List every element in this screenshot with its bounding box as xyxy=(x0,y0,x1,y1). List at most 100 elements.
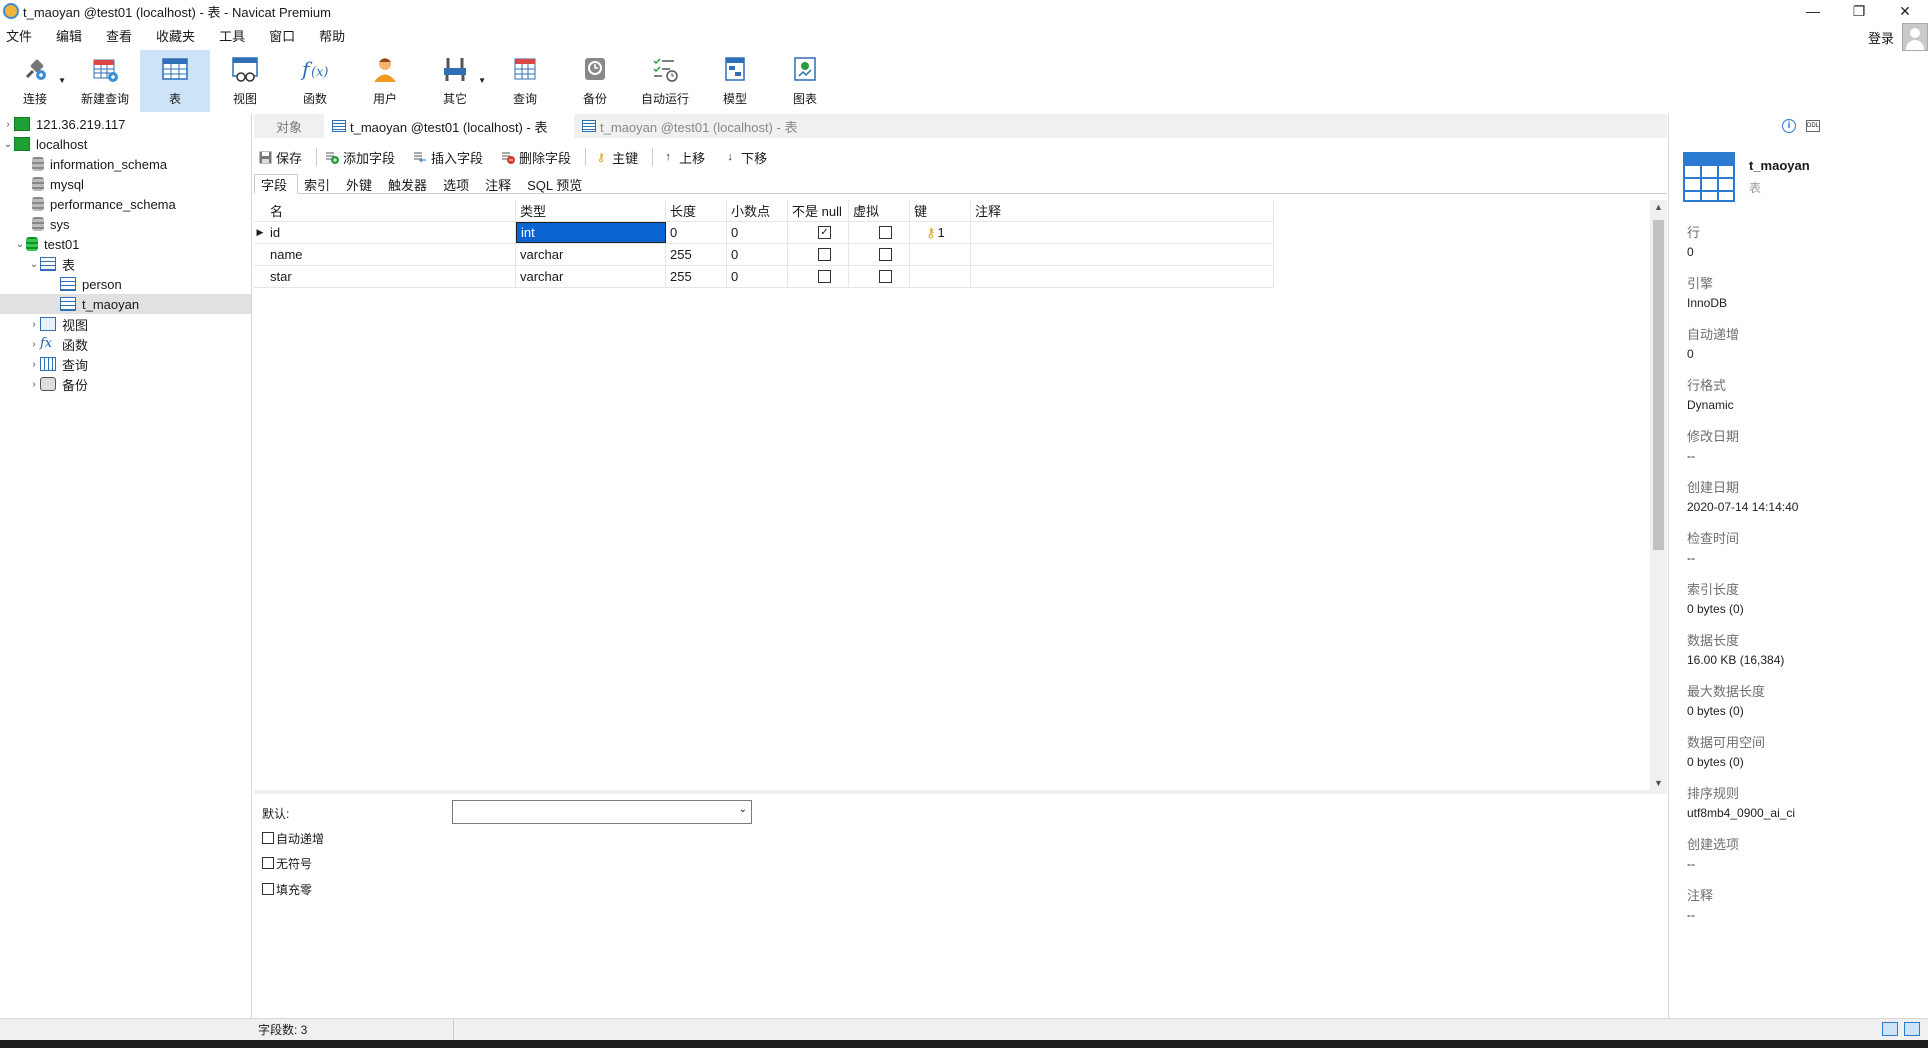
tree-database-test01[interactable]: ⌄ test01 xyxy=(0,234,251,254)
key-cell[interactable]: ⚷ 1 xyxy=(910,222,971,243)
field-comment-cell[interactable] xyxy=(971,222,1274,243)
zerofill-checkbox[interactable] xyxy=(262,883,274,895)
field-length-cell[interactable]: 255 xyxy=(666,244,727,265)
field-type-cell[interactable]: varchar xyxy=(516,266,666,287)
subtab-options[interactable]: 选项 xyxy=(437,174,479,194)
tree-functions-group[interactable]: › fx 函数 xyxy=(0,334,251,354)
tree-database[interactable]: information_schema xyxy=(0,154,251,174)
subtab-sql-preview[interactable]: SQL 预览 xyxy=(521,174,592,194)
auto-increment-row[interactable]: 自动递增 xyxy=(254,826,1254,850)
delete-field-button[interactable]: 删除字段 xyxy=(501,148,571,167)
field-comment-cell[interactable] xyxy=(971,266,1274,287)
subtab-indexes[interactable]: 索引 xyxy=(298,174,340,194)
menu-help[interactable]: 帮助 xyxy=(313,26,353,45)
tree-views-group[interactable]: › 视图 xyxy=(0,314,251,334)
toolbar-chart-button[interactable]: 图表 xyxy=(770,50,840,112)
scroll-up-icon[interactable]: ▲ xyxy=(1650,202,1667,212)
toolbar-user-button[interactable]: 用户 xyxy=(350,50,420,112)
field-type-cell[interactable]: varchar xyxy=(516,244,666,265)
toolbar-table-button[interactable]: 表 xyxy=(140,50,210,112)
menu-edit[interactable]: 编辑 xyxy=(50,26,90,45)
toolbar-backup-button[interactable]: 备份 xyxy=(560,50,630,112)
virtual-checkbox[interactable] xyxy=(879,248,892,261)
scroll-thumb[interactable] xyxy=(1653,220,1664,550)
tree-table-t-maoyan[interactable]: t_maoyan xyxy=(0,294,251,314)
chevron-right-icon[interactable]: › xyxy=(28,339,40,350)
toggle-info-pane-icon[interactable] xyxy=(1904,1022,1920,1036)
virtual-checkbox[interactable] xyxy=(879,270,892,283)
chevron-down-icon[interactable]: ⌄ xyxy=(2,139,14,150)
default-value-select[interactable]: ⌄ xyxy=(452,800,752,824)
field-name-cell[interactable]: star xyxy=(266,266,516,287)
not-null-checkbox[interactable] xyxy=(818,248,831,261)
column-header-virtual[interactable]: 虚拟 xyxy=(849,200,910,221)
chevron-down-icon[interactable]: ⌄ xyxy=(28,259,40,270)
toolbar-query-button[interactable]: 查询 xyxy=(490,50,560,112)
tree-connection-remote[interactable]: › 121.36.219.117 xyxy=(0,114,251,134)
column-header-decimals[interactable]: 小数点 xyxy=(727,200,788,221)
key-cell[interactable] xyxy=(910,266,971,287)
column-header-length[interactable]: 长度 xyxy=(666,200,727,221)
tab-t-maoyan-data[interactable]: t_maoyan @test01 (localhost) - 表 xyxy=(574,114,822,138)
tree-database[interactable]: sys xyxy=(0,214,251,234)
save-button[interactable]: 保存 xyxy=(258,148,302,167)
field-length-cell[interactable]: 0 xyxy=(666,222,727,243)
tree-database[interactable]: mysql xyxy=(0,174,251,194)
chevron-down-icon[interactable]: ▼ xyxy=(58,76,66,85)
table-row[interactable]: star varchar 255 0 xyxy=(254,266,1274,288)
zerofill-row[interactable]: 填充零 xyxy=(254,876,1254,902)
toolbar-model-button[interactable]: 模型 xyxy=(700,50,770,112)
chevron-right-icon[interactable]: › xyxy=(28,379,40,390)
subtab-fields[interactable]: 字段 xyxy=(254,174,299,194)
close-button[interactable]: ✕ xyxy=(1882,0,1928,22)
column-header-name[interactable]: 名 xyxy=(266,200,516,221)
not-null-checkbox[interactable]: ✓ xyxy=(818,226,831,239)
primary-key-button[interactable]: ⚷ 主键 xyxy=(594,148,638,167)
not-null-checkbox[interactable] xyxy=(818,270,831,283)
move-up-button[interactable]: ↑ 上移 xyxy=(661,148,705,167)
field-name-cell[interactable]: name xyxy=(266,244,516,265)
virtual-checkbox[interactable] xyxy=(879,226,892,239)
tab-t-maoyan-design[interactable]: t_maoyan @test01 (localhost) - 表 xyxy=(324,114,574,138)
subtab-foreign-keys[interactable]: 外键 xyxy=(340,174,382,194)
column-header-type[interactable]: 类型 xyxy=(516,200,666,221)
ddl-icon[interactable]: DDL xyxy=(1806,120,1820,132)
chevron-right-icon[interactable]: › xyxy=(28,359,40,370)
field-comment-cell[interactable] xyxy=(971,244,1274,265)
insert-field-button[interactable]: 插入字段 xyxy=(413,148,483,167)
info-icon[interactable]: i xyxy=(1782,119,1796,133)
toolbar-function-button[interactable]: f (x) 函数 xyxy=(280,50,350,112)
restore-button[interactable]: ❐ xyxy=(1836,0,1882,22)
tab-objects[interactable]: 对象 xyxy=(254,114,324,138)
pane-splitter[interactable] xyxy=(254,790,1667,794)
minimize-button[interactable]: — xyxy=(1790,0,1836,22)
unsigned-row[interactable]: 无符号 xyxy=(254,850,1254,876)
menu-file[interactable]: 文件 xyxy=(0,26,40,45)
field-decimals-cell[interactable]: 0 xyxy=(727,244,788,265)
field-length-cell[interactable]: 255 xyxy=(666,266,727,287)
menu-favorites[interactable]: 收藏夹 xyxy=(150,26,203,45)
field-decimals-cell[interactable]: 0 xyxy=(727,222,788,243)
scroll-down-icon[interactable]: ▼ xyxy=(1650,778,1667,788)
menu-tools[interactable]: 工具 xyxy=(213,26,253,45)
column-header-not-null[interactable]: 不是 null xyxy=(788,200,849,221)
field-name-cell[interactable]: id xyxy=(266,222,516,243)
chevron-down-icon[interactable]: ⌄ xyxy=(739,804,747,815)
menu-window[interactable]: 窗口 xyxy=(263,26,303,45)
auto-increment-checkbox[interactable] xyxy=(262,832,274,844)
key-cell[interactable] xyxy=(910,244,971,265)
toolbar-new-query-button[interactable]: 新建查询 xyxy=(70,50,140,112)
move-down-button[interactable]: ↓ 下移 xyxy=(723,148,767,167)
tree-table-person[interactable]: person xyxy=(0,274,251,294)
subtab-triggers[interactable]: 触发器 xyxy=(382,174,437,194)
column-header-key[interactable]: 键 xyxy=(910,200,971,221)
login-area[interactable]: 登录 xyxy=(1868,22,1928,52)
chevron-down-icon[interactable]: ⌄ xyxy=(14,239,26,250)
toolbar-schedule-button[interactable]: 自动运行 xyxy=(630,50,700,112)
toggle-nav-pane-icon[interactable] xyxy=(1882,1022,1898,1036)
subtab-comment[interactable]: 注释 xyxy=(479,174,521,194)
field-type-cell[interactable]: int xyxy=(516,222,666,243)
toolbar-view-button[interactable]: 视图 xyxy=(210,50,280,112)
tree-database[interactable]: performance_schema xyxy=(0,194,251,214)
add-field-button[interactable]: 添加字段 xyxy=(325,148,395,167)
